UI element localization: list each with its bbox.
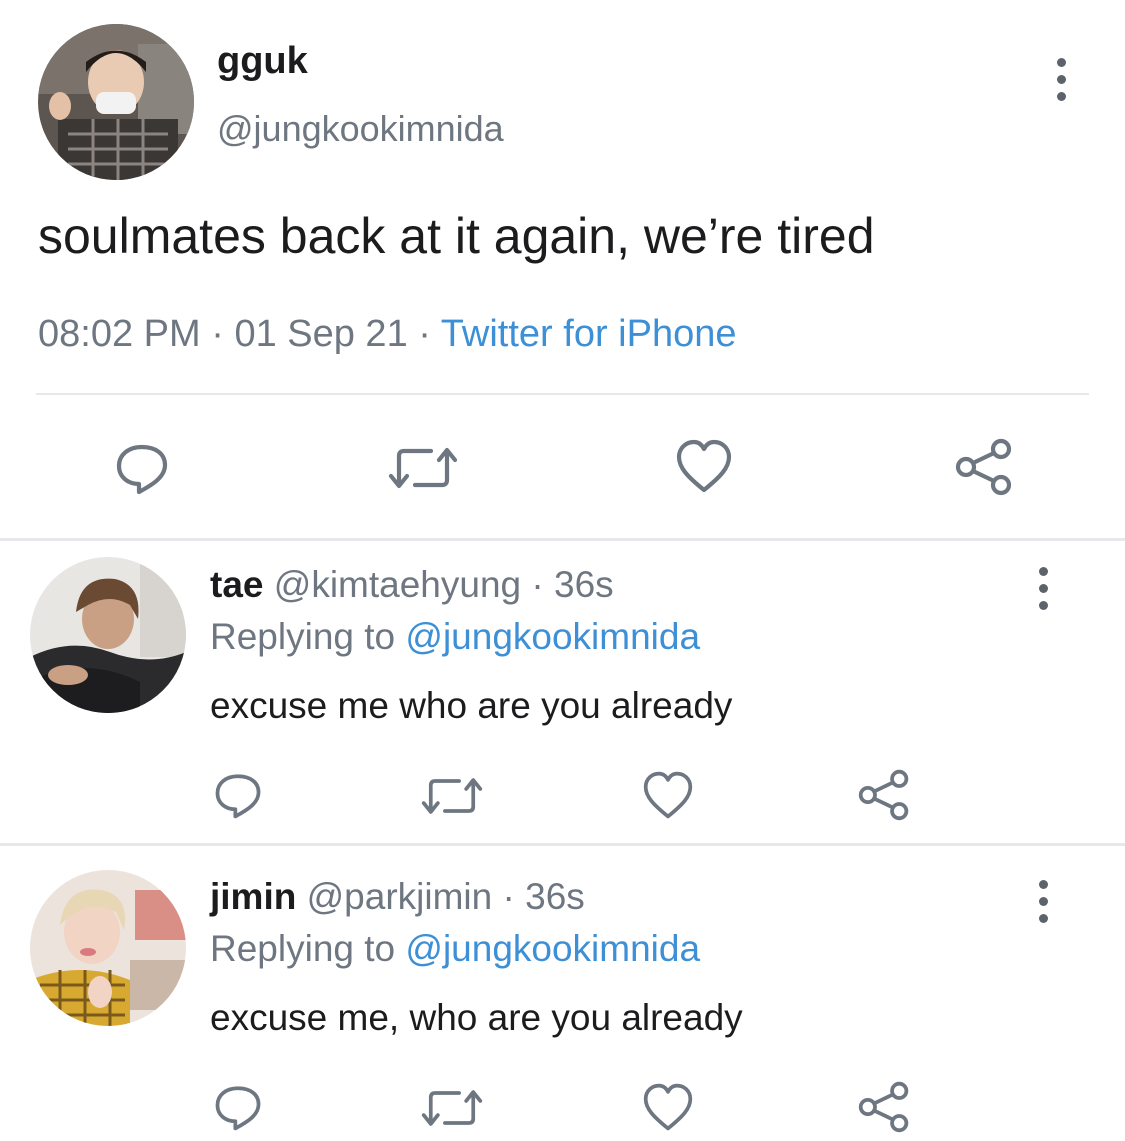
replying-to-handle[interactable]: @jungkookimnida [405, 928, 700, 969]
heart-icon[interactable] [675, 438, 733, 494]
share-icon[interactable] [856, 1081, 912, 1133]
reply-display-name[interactable]: tae [210, 564, 263, 605]
tweet-date: 01 Sep 21 [234, 313, 408, 355]
share-icon[interactable] [856, 769, 912, 821]
replying-to-handle[interactable]: @jungkookimnida [405, 616, 700, 657]
divider [0, 843, 1125, 846]
avatar-reply-2[interactable] [30, 870, 186, 1026]
more-options-icon[interactable] [1057, 58, 1069, 109]
reply-icon[interactable] [114, 440, 170, 496]
heart-icon[interactable] [642, 770, 694, 820]
tweet-source[interactable]: Twitter for iPhone [441, 313, 737, 355]
reply-age: 36s [525, 876, 585, 917]
tweet-time: 08:02 PM [38, 313, 201, 355]
retweet-icon[interactable] [421, 1085, 483, 1131]
retweet-icon[interactable] [388, 442, 458, 494]
replying-label: Replying to [210, 928, 396, 969]
divider [36, 393, 1089, 395]
reply-icon[interactable] [213, 770, 263, 820]
replying-label: Replying to [210, 616, 396, 657]
tweet-text: soulmates back at it again, we’re tired [38, 208, 875, 264]
heart-icon[interactable] [642, 1082, 694, 1132]
reply-icon[interactable] [213, 1082, 263, 1132]
reply-handle[interactable]: @kimtaehyung [274, 564, 521, 605]
more-options-icon[interactable] [1039, 880, 1051, 931]
tweet-meta: 08:02 PM · 01 Sep 21 · Twitter for iPhon… [38, 310, 736, 358]
meta-separator: · [418, 313, 431, 355]
replying-to: Replying to @jungkookimnida [210, 926, 700, 972]
reply-header: tae @kimtaehyung · 36s [210, 562, 614, 608]
avatar-reply-1[interactable] [30, 557, 186, 713]
meta-separator: · [211, 313, 224, 355]
reply-text: excuse me, who are you already [210, 997, 743, 1038]
share-icon[interactable] [953, 438, 1015, 496]
reply-text: excuse me who are you already [210, 685, 733, 726]
avatar-main[interactable] [38, 24, 194, 180]
replying-to: Replying to @jungkookimnida [210, 614, 700, 660]
reply-display-name[interactable]: jimin [210, 876, 296, 917]
meta-separator: · [531, 564, 544, 605]
reply-header: jimin @parkjimin · 36s [210, 874, 585, 920]
divider [0, 538, 1125, 541]
reply-age: 36s [554, 564, 614, 605]
main-display-name[interactable]: gguk [217, 38, 308, 84]
retweet-icon[interactable] [421, 773, 483, 819]
main-handle[interactable]: @jungkookimnida [217, 107, 504, 151]
meta-separator: · [502, 876, 515, 917]
more-options-icon[interactable] [1039, 567, 1051, 618]
reply-handle[interactable]: @parkjimin [307, 876, 493, 917]
